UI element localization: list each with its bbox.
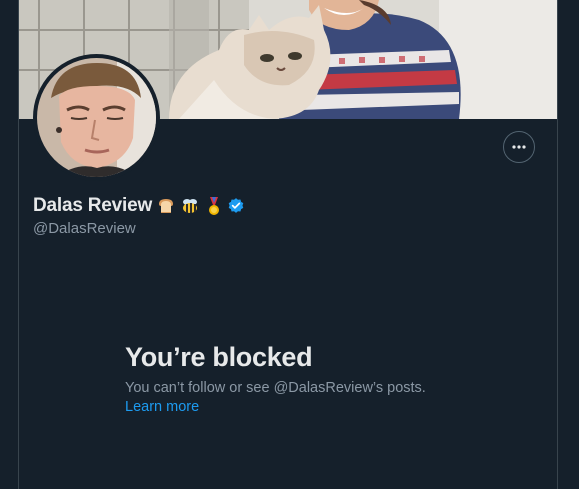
blocked-message: You can’t follow or see @DalasReview’s p… [125,380,426,396]
display-name: Dalas Review [33,195,153,216]
medal-emoji-icon [203,195,225,217]
bread-emoji-icon [155,195,177,217]
bee-emoji-icon [179,195,201,217]
avatar[interactable] [33,54,160,181]
blocked-notice: You’re blocked You can’t follow or see @… [125,339,465,417]
verified-badge-icon[interactable] [227,197,245,215]
blocked-title: You’re blocked [125,342,313,372]
avatar-image [37,58,156,177]
more-options-icon [512,145,526,149]
profile-name-row: Dalas Review [33,194,245,218]
name-emojis [155,195,225,217]
profile-handle: @DalasReview [33,220,136,237]
learn-more-link[interactable]: Learn more [125,399,199,415]
more-options-button[interactable] [503,131,535,163]
blocked-message-container: You can’t follow or see @DalasReview’s p… [125,379,465,417]
profile-page: Dalas Review @DalasReview You’re blocked… [0,0,579,489]
profile-column: Dalas Review @DalasReview You’re blocked… [18,0,558,489]
